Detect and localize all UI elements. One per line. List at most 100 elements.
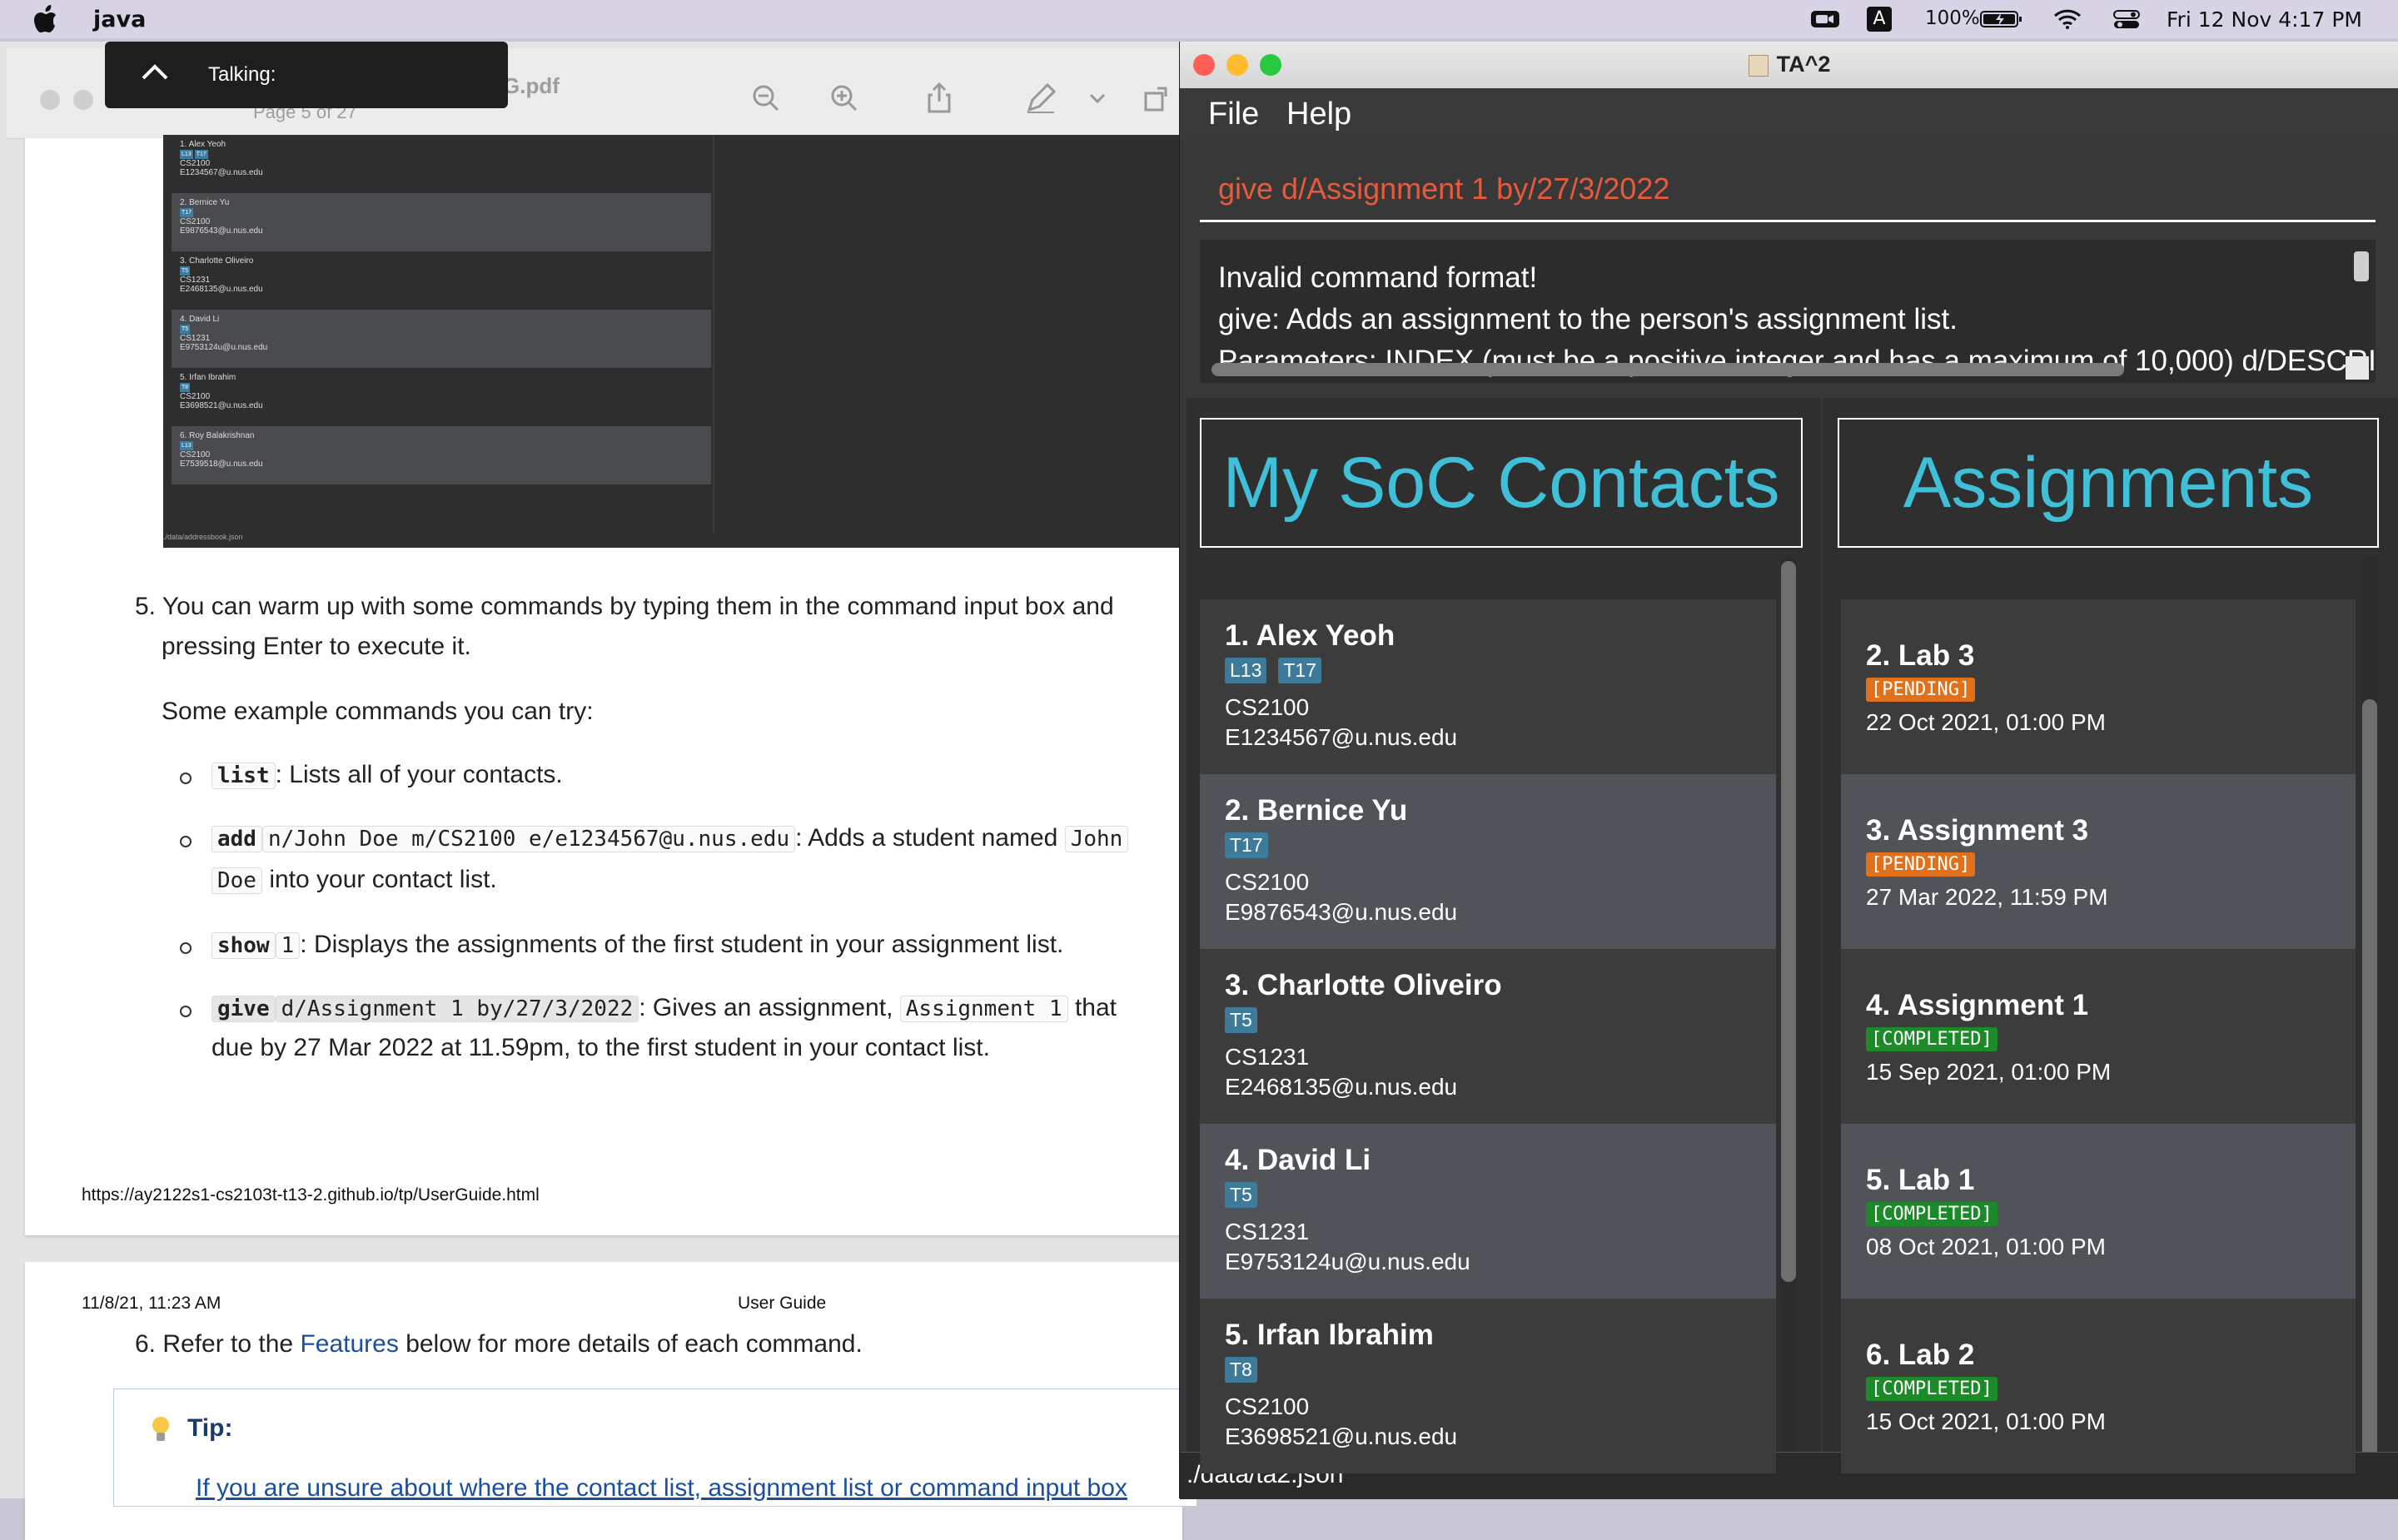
contact-card[interactable]: 5. Irfan Ibrahim T8 CS2100 E3698521@u.nus.e…	[1200, 1299, 1776, 1473]
assignments-header: Assignments	[1838, 418, 2379, 548]
example-list: list: Lists all of your contacts.	[211, 761, 563, 789]
facetime-camera-icon[interactable]	[1810, 8, 1840, 30]
code-give: give	[211, 996, 276, 1022]
assignment-due-date: 22 Oct 2021, 01:00 PM	[1866, 709, 2106, 735]
battery-charging-icon[interactable]	[1980, 8, 2023, 30]
thumbnail-contact-tags: L13 T17	[180, 149, 703, 159]
bullet-point	[180, 942, 192, 954]
scroll-corner	[2346, 356, 2369, 380]
contact-email: E2468135@u.nus.edu	[1225, 1074, 1458, 1100]
result-display[interactable]: Invalid command format! give: Adds an as…	[1200, 240, 2376, 383]
assignment-due-date: 15 Sep 2021, 01:00 PM	[1866, 1059, 2112, 1085]
code-assignment-1: Assignment 1	[899, 996, 1068, 1022]
thumbnail-contact-module: CS1231	[180, 334, 211, 343]
contact-module: CS2100	[1225, 1393, 1310, 1419]
step6-line: 6. Refer to the Features below for more …	[135, 1330, 863, 1359]
assignments-scrollbar[interactable]	[2362, 699, 2377, 1458]
contact-tags: T5	[1225, 1182, 1257, 1208]
command-input-text[interactable]: give d/Assignment 1 by/27/3/2022	[1218, 171, 1669, 206]
thumbnail-divider	[713, 135, 714, 533]
thumbnail-contact-module: CS2100	[180, 450, 211, 460]
chevron-up-icon[interactable]	[138, 60, 172, 83]
contacts-scrollbar[interactable]	[1781, 561, 1796, 1282]
thumbnail-tag: L13	[180, 150, 193, 159]
contact-card[interactable]: 4. David Li T5 CS1231 E9753124u@u.nus.edu	[1200, 1124, 1776, 1299]
zoom-in-icon[interactable]	[828, 82, 861, 115]
page-footer-url[interactable]: https://ay2122s1-cs2103t-t13-2.github.io…	[82, 1185, 540, 1205]
thumbnail-contact-card: 1. Alex Yeoh L13 T17 CS2100 E1234567@u.nus.e…	[172, 135, 711, 193]
assignment-card[interactable]: 3. Assignment 3 [PENDING] 27 Mar 2022, 11:…	[1841, 774, 2356, 949]
apple-logo-icon[interactable]	[33, 5, 58, 33]
talking-popup[interactable]: Talking:	[105, 42, 508, 108]
thumbnail-contact-name: 4. David Li	[180, 315, 220, 324]
app-title: TA^2	[1180, 52, 2398, 77]
thumbnail-contact-tags: L13	[180, 440, 703, 450]
assignment-name: 6. Lab 2	[1866, 1339, 1975, 1371]
step6-suffix: below for more details of each command.	[405, 1330, 863, 1358]
contact-module: CS1231	[1225, 1219, 1310, 1244]
contact-card[interactable]: 1. Alex Yeoh L13 T17 CS2100 E1234567@u.nus.e…	[1200, 599, 1776, 774]
thumbnail-tag: T17	[194, 150, 208, 159]
active-app-name[interactable]: java	[93, 7, 146, 32]
assignment-name: 2. Lab 3	[1866, 639, 1975, 672]
contact-card[interactable]: 2. Bernice Yu T17 CS2100 E9876543@u.nus.edu	[1200, 774, 1776, 949]
bullet-point	[180, 772, 192, 784]
contact-tag: T8	[1225, 1357, 1257, 1383]
thumbnail-tag: T8	[180, 383, 191, 392]
assignment-status-wrap: [COMPLETED]	[1866, 1027, 1998, 1051]
code-give-args: d/Assignment 1 by/27/3/2022	[275, 996, 639, 1022]
code-list: list	[211, 763, 276, 789]
step5-line2: pressing Enter to execute it.	[162, 633, 471, 660]
thumbnail-contact-card: 2. Bernice Yu T17 CS2100 E9876543@u.nus.edu	[172, 193, 711, 251]
code-doe: Doe	[211, 867, 262, 894]
assignment-card[interactable]: 6. Lab 2 [COMPLETED] 15 Oct 2021, 01:00 PM	[1841, 1299, 2356, 1473]
contact-module: CS2100	[1225, 869, 1310, 895]
pdf-document-title: G.pdf	[503, 73, 560, 98]
talking-label: Talking:	[208, 63, 276, 86]
contact-tag: T5	[1225, 1182, 1257, 1208]
markup-pen-icon[interactable]	[1024, 82, 1057, 115]
close-window-button[interactable]	[40, 90, 60, 110]
input-source-icon[interactable]: A	[1867, 7, 1892, 32]
rotate-icon[interactable]	[1141, 82, 1174, 115]
example-give: give d/Assignment 1 by/27/3/2022: Gives a…	[211, 994, 1117, 1022]
chevron-down-icon[interactable]	[1087, 82, 1107, 115]
system-menu-bar: java A 100% Fri 12 Nov 4:17 PM	[0, 0, 2398, 38]
menubar-clock[interactable]: Fri 12 Nov 4:17 PM	[2167, 7, 2362, 32]
thumbnail-contact-email: E7539518@u.nus.edu	[180, 460, 263, 469]
menu-help[interactable]: Help	[1286, 97, 1351, 132]
minimize-window-button[interactable]	[73, 90, 93, 110]
assignment-name: 5. Lab 1	[1866, 1164, 1975, 1196]
result-line: Invalid command format!	[1218, 261, 1538, 294]
thumbnail-contact-email: E3698521@u.nus.edu	[180, 401, 263, 410]
page-header-title: User Guide	[738, 1294, 827, 1313]
assignment-card[interactable]: 4. Assignment 1 [COMPLETED] 15 Sep 2021, 0…	[1841, 949, 2356, 1124]
wifi-icon[interactable]	[2053, 8, 2082, 30]
assignment-card[interactable]: 2. Lab 3 [PENDING] 22 Oct 2021, 01:00 PM	[1841, 599, 2356, 774]
contact-card[interactable]: 3. Charlotte Oliveiro T5 CS1231 E2468135@u.…	[1200, 949, 1776, 1124]
thumbnail-contact-module: CS2100	[180, 217, 211, 226]
example-add-line2: Doe into your contact list.	[211, 866, 497, 894]
result-horizontal-scrollbar[interactable]	[1211, 363, 2124, 376]
thumbnail-contact-email: E1234567@u.nus.edu	[180, 168, 263, 177]
assignment-status-wrap: [COMPLETED]	[1866, 1202, 1998, 1226]
control-center-icon[interactable]	[2113, 8, 2140, 30]
assignment-card[interactable]: 5. Lab 1 [COMPLETED] 08 Oct 2021, 01:00 PM	[1841, 1124, 2356, 1299]
thumbnail-contact-module: CS1231	[180, 276, 211, 285]
app-title-bar[interactable]: TA^2	[1180, 42, 2398, 89]
app-title-text: TA^2	[1776, 52, 1831, 77]
contact-tags: T17	[1225, 832, 1268, 858]
share-icon[interactable]	[923, 82, 956, 115]
app-document-icon	[1748, 54, 1769, 77]
examples-intro: Some example commands you can try:	[162, 698, 594, 725]
menu-file[interactable]: File	[1208, 97, 1259, 132]
zoom-out-icon[interactable]	[749, 82, 783, 115]
features-link[interactable]: Features	[300, 1330, 398, 1358]
assignment-name: 4. Assignment 1	[1866, 989, 2089, 1021]
contact-name: 1. Alex Yeoh	[1225, 619, 1396, 652]
result-vertical-scrollbar[interactable]	[2354, 251, 2369, 281]
assignment-due-date: 27 Mar 2022, 11:59 PM	[1866, 884, 2108, 910]
assignment-status-wrap: [PENDING]	[1866, 852, 1976, 877]
example-give-text2: that	[1074, 994, 1117, 1021]
thumbnail-status-path: ./data/addressbook.json	[163, 533, 243, 541]
